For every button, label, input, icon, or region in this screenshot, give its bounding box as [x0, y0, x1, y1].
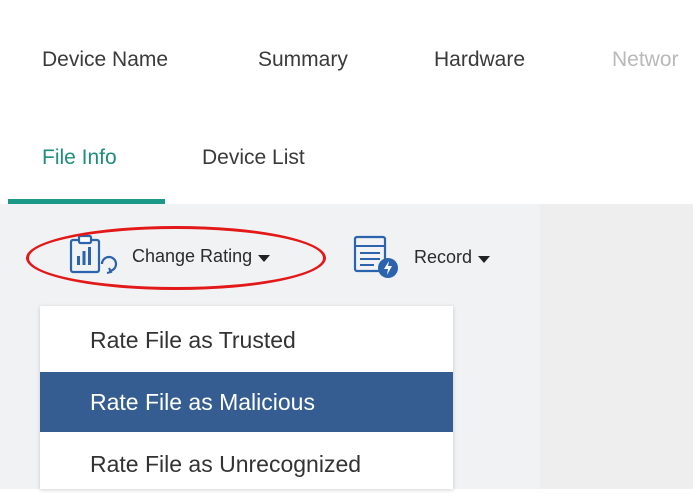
change-rating-dropdown-menu: Rate File as Trusted Rate File as Malici…: [40, 306, 453, 489]
annotation-highlight-oval: [26, 226, 326, 290]
toolbar-empty-area: [540, 204, 693, 489]
record-label: Record: [414, 246, 473, 267]
tab-device-list[interactable]: Device List: [202, 146, 305, 170]
menu-item-rate-trusted[interactable]: Rate File as Trusted: [40, 310, 453, 370]
top-tab-bar: Device Name Summary Hardware Networ: [0, 0, 693, 109]
record-icon: [352, 234, 404, 280]
menu-item-rate-unrecognized[interactable]: Rate File as Unrecognized: [40, 434, 453, 494]
record-button[interactable]: Record: [352, 234, 491, 280]
tab-device-name[interactable]: Device Name: [42, 48, 168, 72]
tab-file-info[interactable]: File Info: [42, 146, 117, 170]
sub-tab-bar: File Info Device List: [0, 108, 693, 204]
tab-summary[interactable]: Summary: [258, 48, 348, 72]
tab-hardware[interactable]: Hardware: [434, 48, 525, 72]
chevron-down-icon: [478, 255, 491, 263]
tab-network[interactable]: Networ: [612, 48, 679, 72]
menu-item-rate-malicious[interactable]: Rate File as Malicious: [40, 372, 453, 432]
